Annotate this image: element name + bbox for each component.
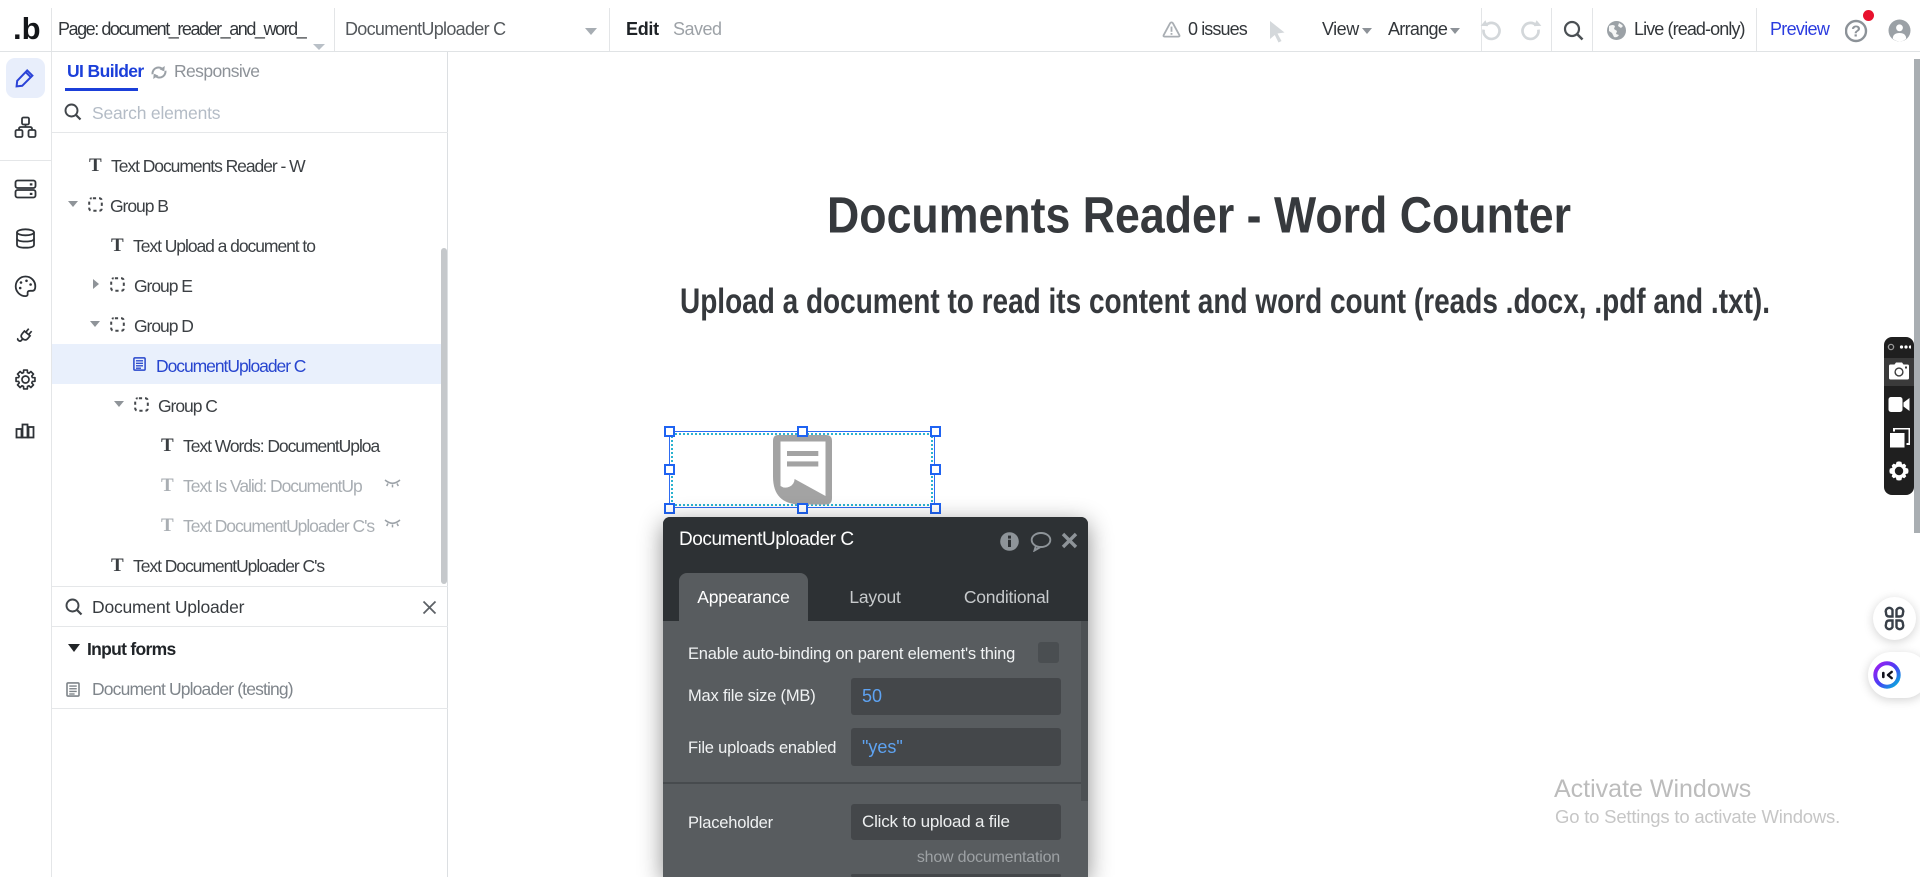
svg-text:Upload a document to read its: Upload a document to read its content an… <box>680 282 1770 321</box>
svg-text:Documents Reader - Word Counte: Documents Reader - Word Counter <box>827 186 1571 243</box>
svg-text:?: ? <box>1851 24 1861 41</box>
